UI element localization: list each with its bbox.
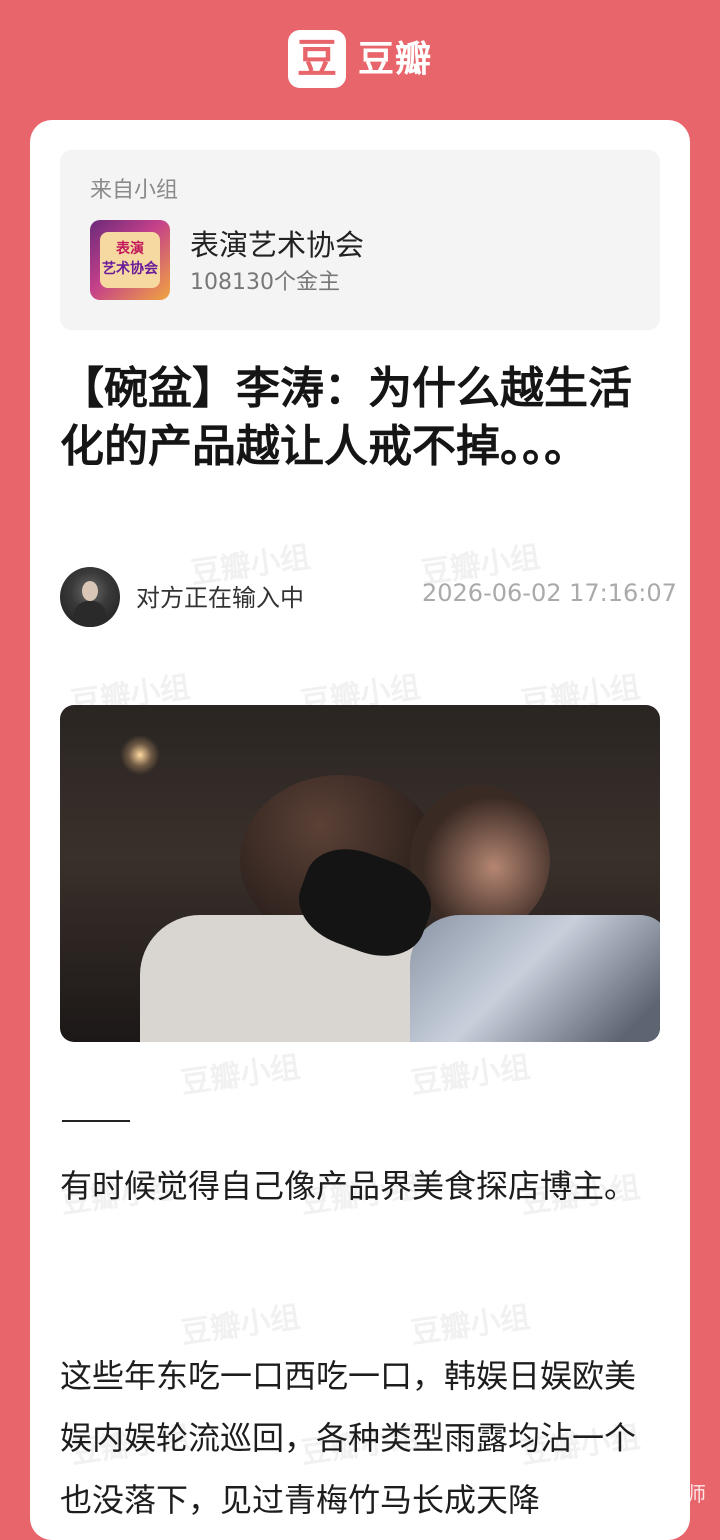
image-jacket xyxy=(410,915,660,1042)
author-name[interactable]: 对方正在输入中 xyxy=(136,578,304,613)
group-avatar-text-1: 表演 xyxy=(116,241,144,257)
post-paragraph: 这些年东吃一口西吃一口，韩娱日娱欧美娱内娱轮流巡回，各种类型雨露均沾一个也没落下… xyxy=(60,1357,637,1519)
group-avatar-text-2: 艺术协会 xyxy=(102,261,158,277)
divider-dash xyxy=(62,1120,130,1122)
group-name[interactable]: 表演艺术协会 xyxy=(190,222,364,264)
post-title: 【碗盆】李涛：为什么越生活化的产品越让人戒不掉。。。 xyxy=(60,363,632,472)
group-member-count: 108130个金主 xyxy=(190,270,340,295)
logo-glyph: 豆 xyxy=(297,36,337,82)
top-bar: 豆 豆瓣 xyxy=(0,0,720,120)
group-card[interactable]: 来自小组 表演 艺术协会 表演艺术协会 108130个金主 xyxy=(60,150,660,330)
post-image[interactable] xyxy=(60,705,660,1042)
post-timestamp: 2026-06-02 17:16:07 xyxy=(422,579,677,607)
image-head-right xyxy=(410,785,550,935)
post-card: 豆瓣小组 豆瓣小组 豆瓣小组 豆瓣小组 豆瓣小组 豆瓣小组 豆瓣小组 豆瓣小组 … xyxy=(30,120,690,1540)
group-avatar-icon[interactable]: 表演 艺术协会 xyxy=(90,220,170,300)
from-group-label: 来自小组 xyxy=(90,178,179,203)
watermark: 豆瓣小组 xyxy=(408,1299,533,1352)
watermark: 豆瓣小组 xyxy=(408,1049,533,1102)
watermark: 豆瓣小组 xyxy=(178,1049,303,1102)
douban-logo-icon[interactable]: 豆 xyxy=(288,30,346,88)
image-light xyxy=(120,735,160,775)
watermark: 豆瓣小组 xyxy=(178,1299,303,1352)
post-paragraph: 有时候觉得自己像产品界美食探店博主。 xyxy=(60,1167,637,1205)
logo-text[interactable]: 豆瓣 xyxy=(358,34,432,86)
avatar-face xyxy=(82,581,98,601)
avatar-body xyxy=(74,601,106,627)
author-avatar[interactable] xyxy=(60,567,120,627)
source-credit: @美药学鸟师 xyxy=(586,1482,706,1506)
